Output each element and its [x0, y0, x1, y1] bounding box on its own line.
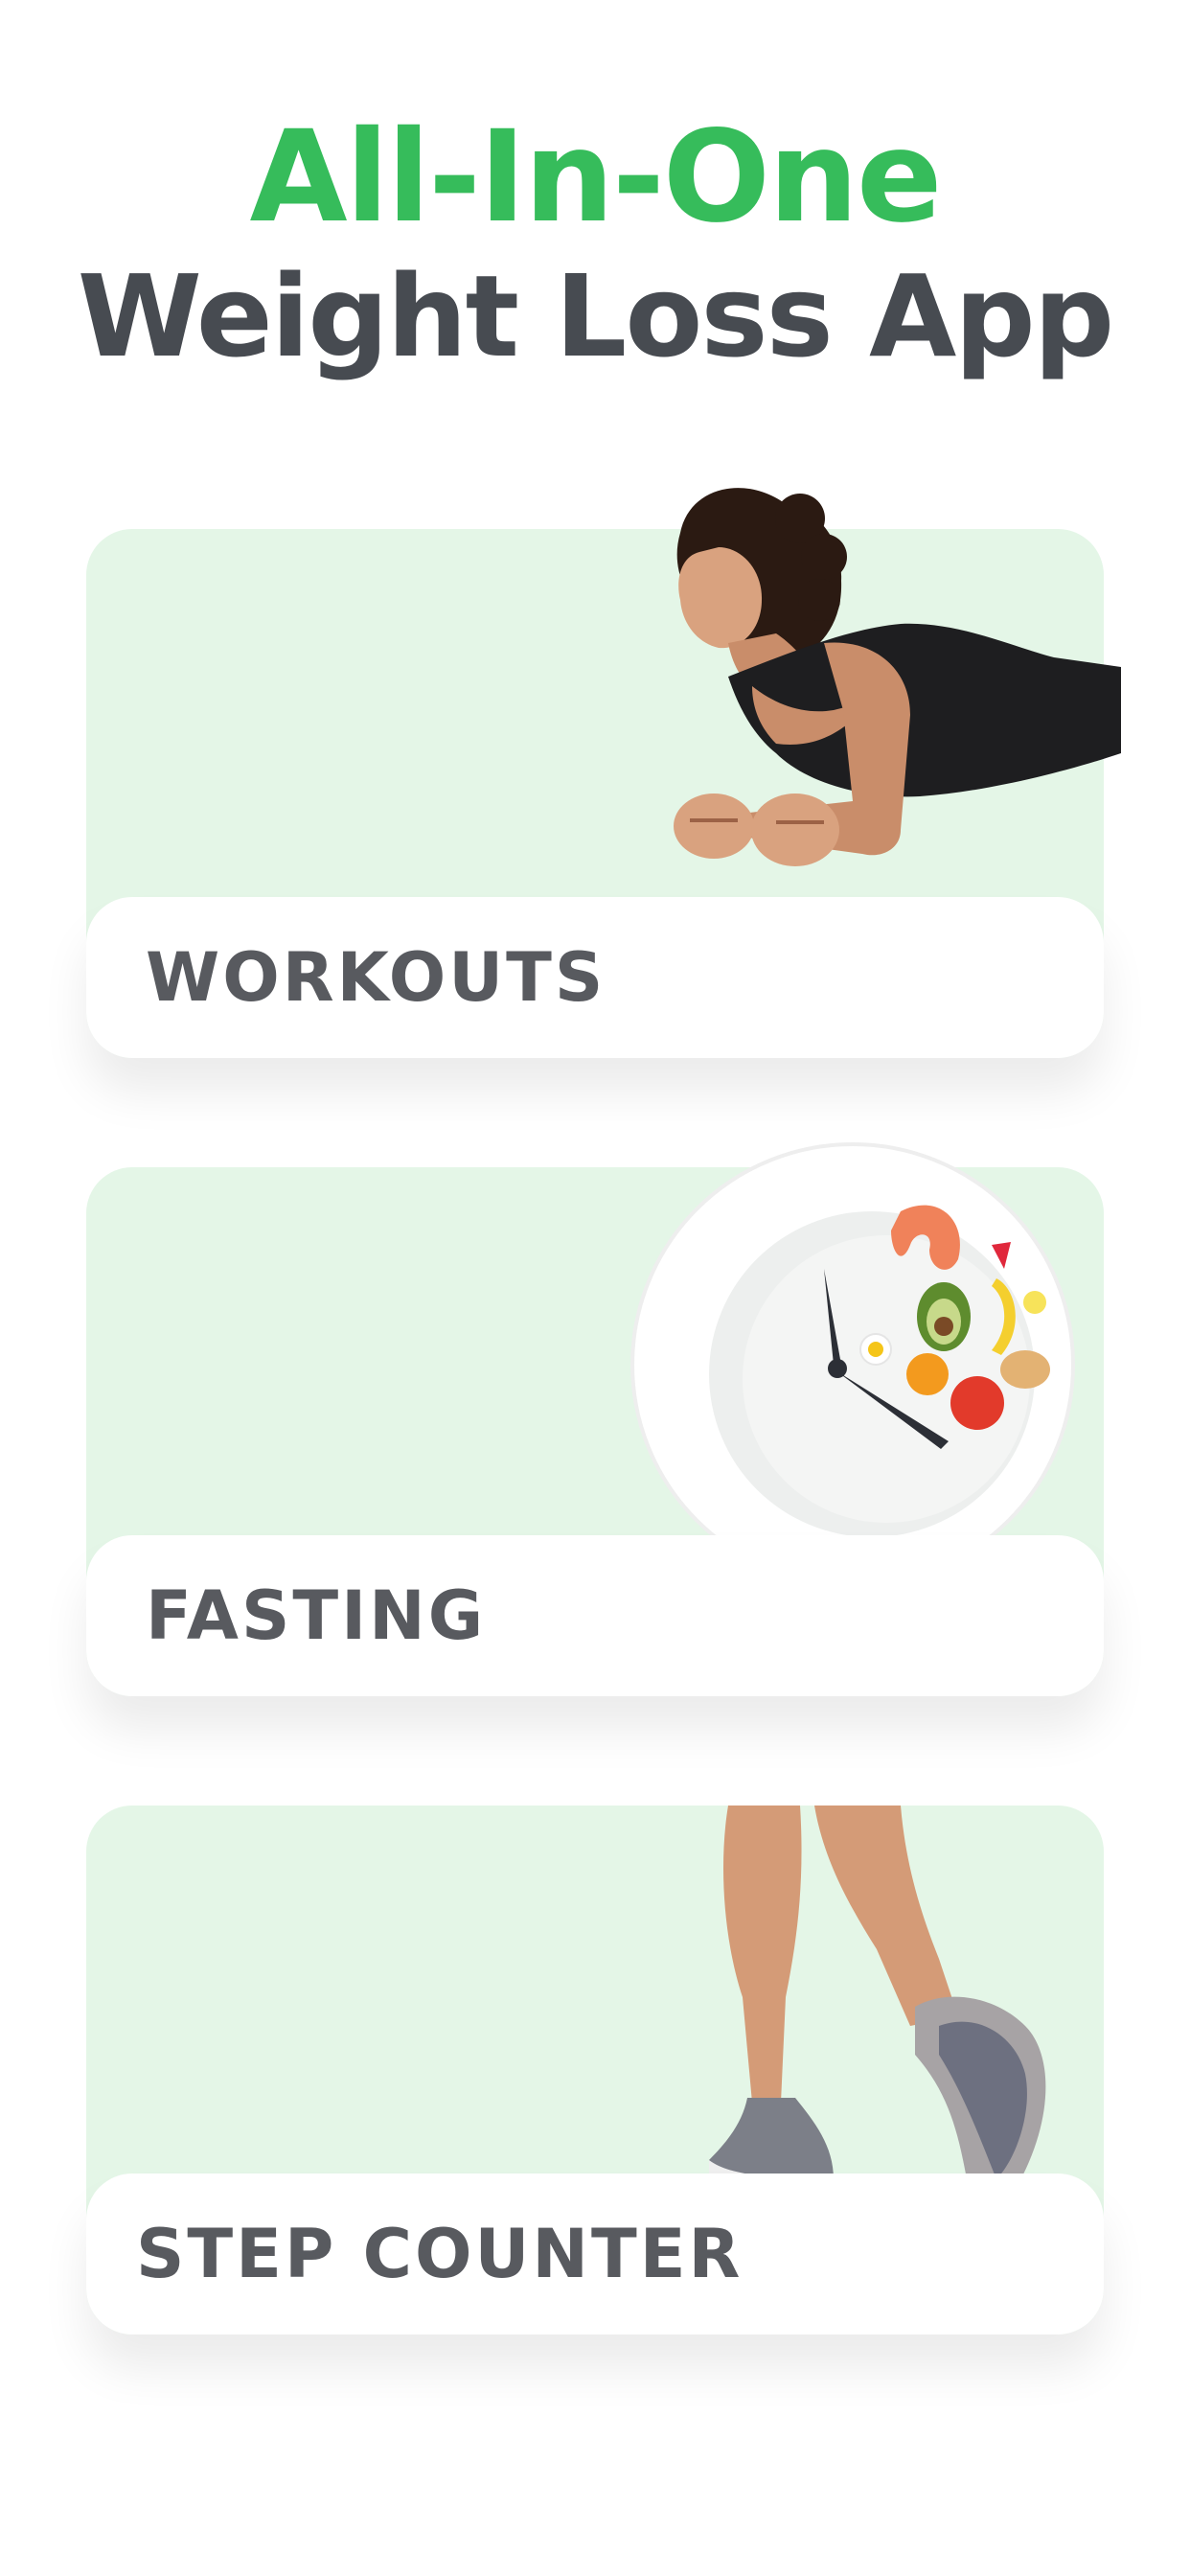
card-step-counter[interactable]: STEP COUNTER [86, 1806, 1104, 2334]
card-workouts-label-bar: WORKOUTS [86, 897, 1104, 1058]
card-workouts[interactable]: WORKOUTS [86, 488, 1121, 1058]
card-step-counter-label-bar: STEP COUNTER [86, 2174, 1104, 2334]
woman-plank-illustration [674, 488, 1121, 866]
card-workouts-label: WORKOUTS [146, 938, 606, 1017]
header: All-In-One Weight Loss App [0, 105, 1190, 383]
card-step-counter-label: STEP COUNTER [136, 2215, 744, 2293]
headline-main: Weight Loss App [77, 250, 1114, 382]
headline-accent: All-In-One [249, 104, 942, 251]
card-fasting-label: FASTING [146, 1576, 487, 1655]
card-fasting-label-bar: FASTING [86, 1535, 1104, 1696]
fasting-plate-clock-illustration [630, 1142, 1075, 1587]
walking-legs-illustration [709, 1806, 1046, 2205]
card-fasting[interactable]: FASTING [86, 1142, 1104, 1696]
